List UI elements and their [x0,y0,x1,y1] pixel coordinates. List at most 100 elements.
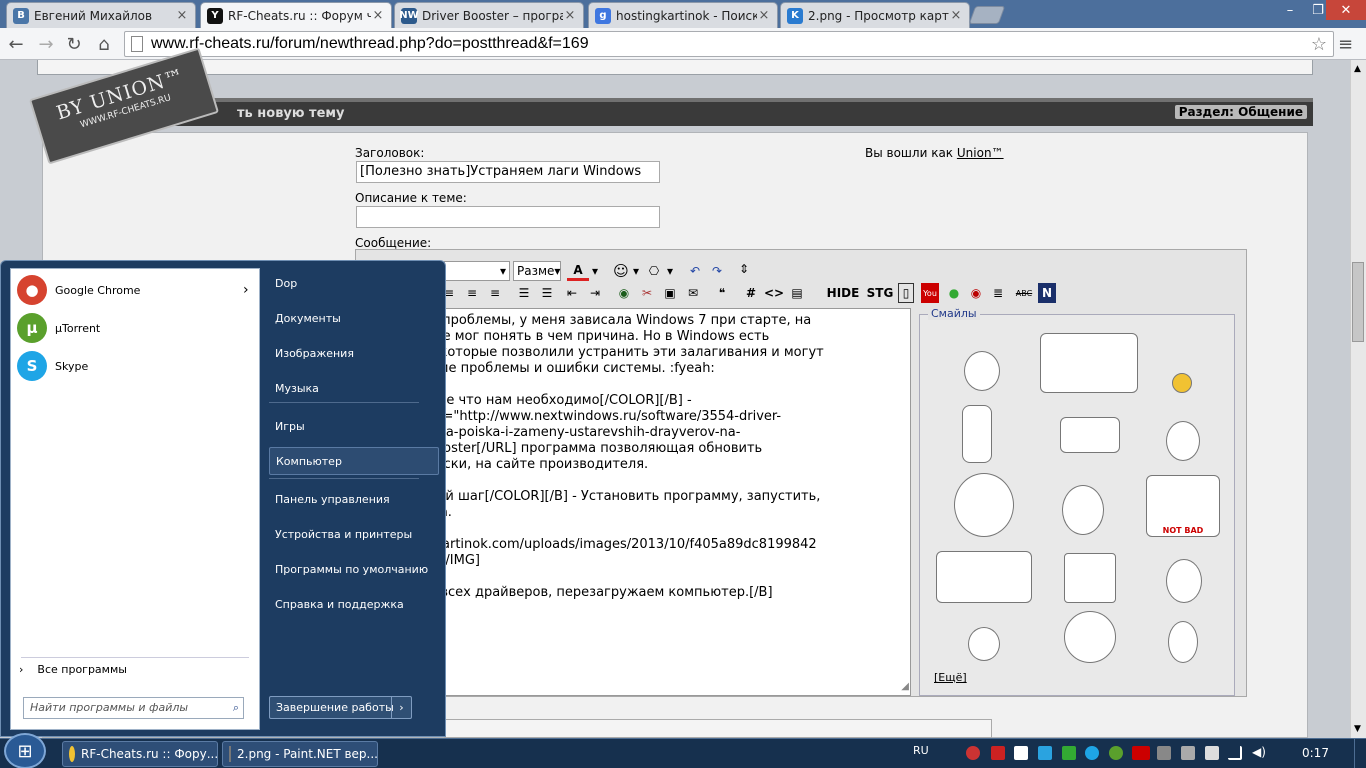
taskbar-paintnet-button[interactable]: 2.png - Paint.NET вер... [222,741,378,767]
title-input[interactable]: [Полезно знать]Устраняем лаги Windows [356,161,660,183]
n-button[interactable]: N [1038,283,1056,303]
smiley-poker-face-icon[interactable] [1166,421,1200,461]
align-right-icon[interactable]: ≡ [486,283,504,303]
hide-button[interactable]: HIDE [826,283,860,303]
tab-3[interactable]: NWDriver Booster – программ× [394,2,584,28]
font-select[interactable]: ▾ [444,261,510,281]
ordered-list-icon[interactable]: ☰ [515,283,533,303]
redo-icon[interactable]: ↷ [707,261,727,281]
size-select[interactable]: Разме ▾ [513,261,561,281]
start-item-utorrent[interactable]: µ µTorrent [17,311,253,345]
start-right-item-1[interactable]: Dop [269,269,439,297]
start-right-item-2[interactable]: Документы [269,304,439,332]
start-right-item-4[interactable]: Музыка [269,374,439,402]
smiley-troll-icon[interactable] [964,351,1000,391]
reload-icon[interactable]: ↻ [62,32,86,56]
resize-grip-icon[interactable]: ◢ [901,679,909,695]
tab-5[interactable]: K 2.png - Просмотр картин × [780,2,970,28]
tab-close-icon[interactable]: × [563,8,577,23]
back-arrow-icon[interactable]: ← [4,32,28,56]
description-input[interactable] [356,206,660,228]
code-icon[interactable]: <> [764,283,784,303]
smiley-not-bad-icon[interactable]: NOT BAD [1146,475,1220,537]
smiley-happy-cry-icon[interactable] [954,473,1014,537]
page-scrollbar[interactable]: ▲ ▼ [1350,60,1366,738]
image-icon[interactable]: ▣ [661,283,679,303]
resize-icon[interactable]: ⇕ [737,259,751,279]
user-link[interactable]: Union™ [957,146,1004,160]
new-tab-button[interactable] [968,6,1006,24]
tray-red-icon[interactable] [991,746,1005,760]
section-link[interactable]: Общение [1238,105,1303,119]
link-icon[interactable]: ◉ [615,283,633,303]
shutdown-options-icon[interactable]: › [391,697,411,718]
signal-icon[interactable] [1228,746,1242,760]
smiley-me-gusta-icon[interactable] [1062,485,1104,535]
tab-close-icon[interactable]: × [175,8,189,23]
start-right-item-10[interactable]: Справка и поддержка [269,590,439,618]
attach-dropdown-icon[interactable]: ▾ [665,261,675,281]
start-right-item-8[interactable]: Устройства и принтеры [269,520,439,548]
smiley-y-u-no-icon[interactable] [1166,559,1202,603]
indent-icon[interactable]: ⇥ [586,283,604,303]
abc-button[interactable]: ABC [1013,283,1035,303]
tray-gear-icon[interactable] [966,746,980,760]
smiley-stressed-icon[interactable] [1060,417,1120,453]
youtube-icon[interactable]: You [921,283,939,303]
tray-utorrent-icon[interactable] [1109,746,1123,760]
smiley-cereal-guy-icon[interactable] [1040,333,1138,393]
tab-4[interactable]: g hostingkartinok - Поиск в × [588,2,778,28]
stg-button[interactable]: STG [866,283,894,303]
language-indicator[interactable]: RU [913,744,929,757]
bookmark-star-icon[interactable]: ☆ [1311,32,1327,56]
tab-close-icon[interactable]: × [949,8,963,23]
tray-teamviewer-icon[interactable] [1038,746,1052,760]
smiley-okay-icon[interactable] [1168,621,1198,663]
volume-icon[interactable]: ◀) [1252,746,1266,760]
taskbar-chrome-button[interactable]: RF-Cheats.ru :: Фору... [62,741,218,767]
smiley-small-guy-icon[interactable] [968,627,1000,661]
scroll-up-icon[interactable]: ▲ [1354,64,1361,74]
start-item-skype[interactable]: S Skype [17,349,253,383]
show-desktop-button[interactable] [1354,739,1366,768]
unordered-list-icon[interactable]: ☰ [538,283,556,303]
color-dropdown-icon[interactable]: ▾ [590,261,600,281]
smiley-forever-alone-icon[interactable] [1064,611,1116,663]
shutdown-button[interactable]: Завершение работы › [269,696,412,719]
smiley-dropdown-icon[interactable]: ▾ [631,261,641,281]
address-input[interactable]: www.rf-cheats.ru/forum/newthread.php?do=… [124,31,1334,57]
smiley-facepalm-icon[interactable] [1172,373,1192,393]
home-icon[interactable]: ⌂ [92,32,116,56]
attach-icon[interactable]: ⎔ [646,261,662,281]
forward-arrow-icon[interactable]: → [34,32,58,56]
scrollbar-thumb[interactable] [1352,262,1364,342]
smiley-icon[interactable]: ☺ [610,261,632,281]
unlink-icon[interactable]: ✂ [638,283,656,303]
tab-close-icon[interactable]: × [757,8,771,23]
tray-skype-icon[interactable] [1085,746,1099,760]
clock[interactable]: 0:17 [1302,746,1329,760]
start-right-item-6[interactable]: Компьютер [269,447,439,475]
tray-usb-icon[interactable] [1181,746,1195,760]
close-window-button[interactable]: ✕ [1326,0,1366,20]
undo-icon[interactable]: ↶ [685,261,705,281]
spoiler-icon[interactable]: ▯ [898,283,914,303]
all-programs-item[interactable]: › Все программы [19,663,127,676]
outdent-icon[interactable]: ⇤ [563,283,581,303]
scroll-down-icon[interactable]: ▼ [1354,724,1361,734]
start-right-item-5[interactable]: Игры [269,412,439,440]
tray-flag-icon[interactable] [1014,746,1028,760]
align-center-icon[interactable]: ≡ [463,283,481,303]
start-item-chrome[interactable]: ● Google Chrome › [17,273,253,307]
text-color-icon[interactable]: A [567,261,589,281]
windows-start-icon[interactable]: ⊞ [4,733,46,768]
start-right-item-7[interactable]: Панель управления [269,485,439,513]
tab-close-icon[interactable]: × [371,8,385,23]
smiley-trollface-icon[interactable] [1064,553,1116,603]
flash-icon[interactable]: ◉ [967,283,985,303]
hash-code-button[interactable]: # [742,283,760,303]
tray-green-check-icon[interactable] [1062,746,1076,760]
smiley-dance-icon[interactable] [962,405,992,463]
start-right-item-3[interactable]: Изображения [269,339,439,367]
tab-2[interactable]: Y RF-Cheats.ru :: Форум чита× [200,2,392,28]
